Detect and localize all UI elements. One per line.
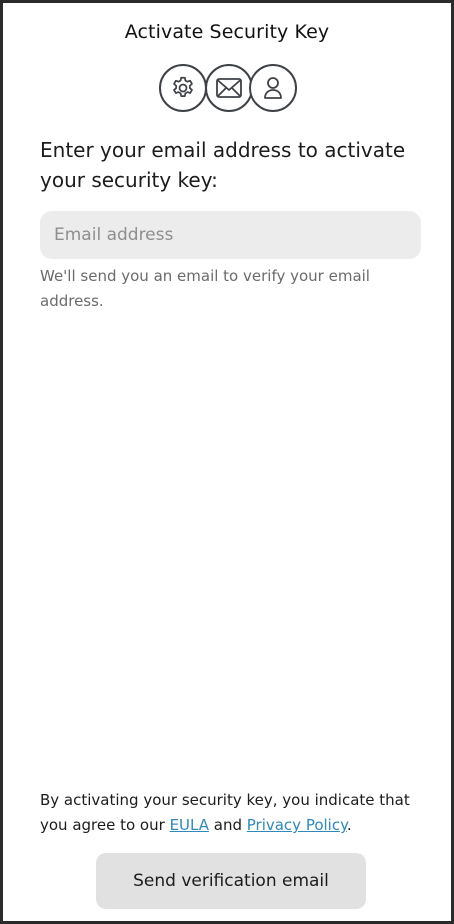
privacy-policy-link[interactable]: Privacy Policy (247, 816, 347, 834)
envelope-icon (215, 77, 243, 99)
legal-notice: By activating your security key, you ind… (40, 788, 440, 838)
step-settings (159, 64, 207, 112)
email-input[interactable] (40, 211, 421, 259)
person-icon (262, 75, 284, 101)
step-email (205, 64, 253, 112)
step-indicator (159, 64, 299, 116)
instruction-text: Enter your email address to activate you… (40, 138, 406, 192)
app-window: Activate Security Key Enter your email a… (0, 0, 454, 924)
eula-link[interactable]: EULA (170, 816, 209, 834)
page-title: Activate Security Key (124, 21, 330, 43)
gear-icon (170, 75, 196, 101)
step-account (249, 64, 297, 112)
send-verification-email-button[interactable]: Send verification email (96, 853, 366, 909)
helper-text: We'll send you an email to verify your e… (40, 267, 370, 310)
legal-and: and (208, 816, 247, 834)
legal-suffix: . (346, 816, 352, 834)
